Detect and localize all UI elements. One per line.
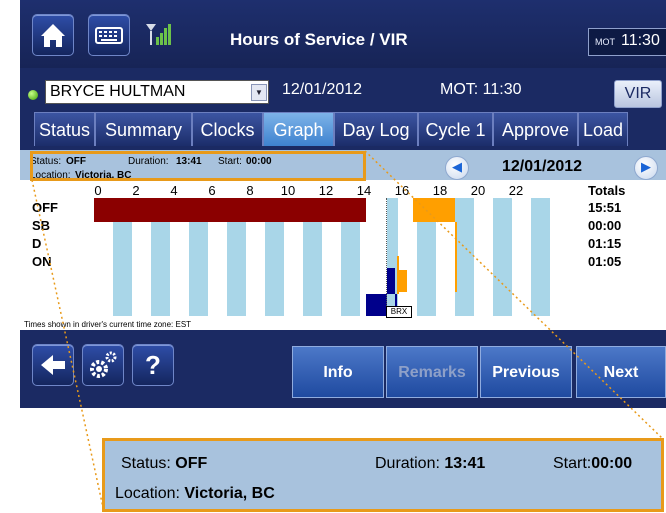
callout-start-value: 00:00 xyxy=(591,455,633,472)
status-callout: Status: OFF Duration: 13:41 Start:00:00 … xyxy=(102,438,664,512)
callout-location-value: Victoria, BC xyxy=(184,485,275,502)
callout-start: Start:00:00 xyxy=(553,455,632,473)
callout-status-value: OFF xyxy=(175,455,208,472)
callout-leader-lines xyxy=(31,150,663,513)
callout-start-label: Start: xyxy=(553,455,592,472)
callout-status: Status: OFF xyxy=(121,455,207,473)
callout-duration-label: Duration: xyxy=(375,455,440,472)
leader-line xyxy=(31,179,105,513)
callout-location: Location: Victoria, BC xyxy=(115,485,275,503)
callout-status-label: Status: xyxy=(121,455,171,472)
callout-location-label: Location: xyxy=(115,485,180,502)
leader-line xyxy=(364,150,663,439)
callout-duration: Duration: 13:41 xyxy=(375,455,485,473)
callout-duration-value: 13:41 xyxy=(444,455,486,472)
